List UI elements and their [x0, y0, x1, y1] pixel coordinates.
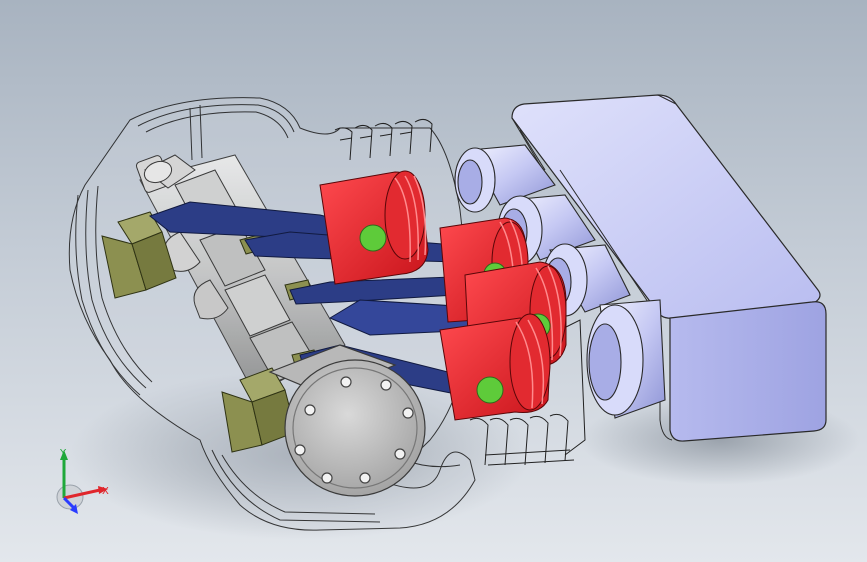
orientation-triad[interactable]: Y X	[40, 440, 130, 530]
y-axis-label: Y	[59, 448, 67, 459]
piston[interactable]	[319, 170, 429, 285]
x-axis-label: X	[102, 486, 109, 497]
intake-runner	[586, 299, 666, 419]
engine-model[interactable]	[0, 0, 867, 562]
piston[interactable]	[439, 313, 551, 421]
graphics-viewport[interactable]: Y X	[0, 0, 867, 562]
